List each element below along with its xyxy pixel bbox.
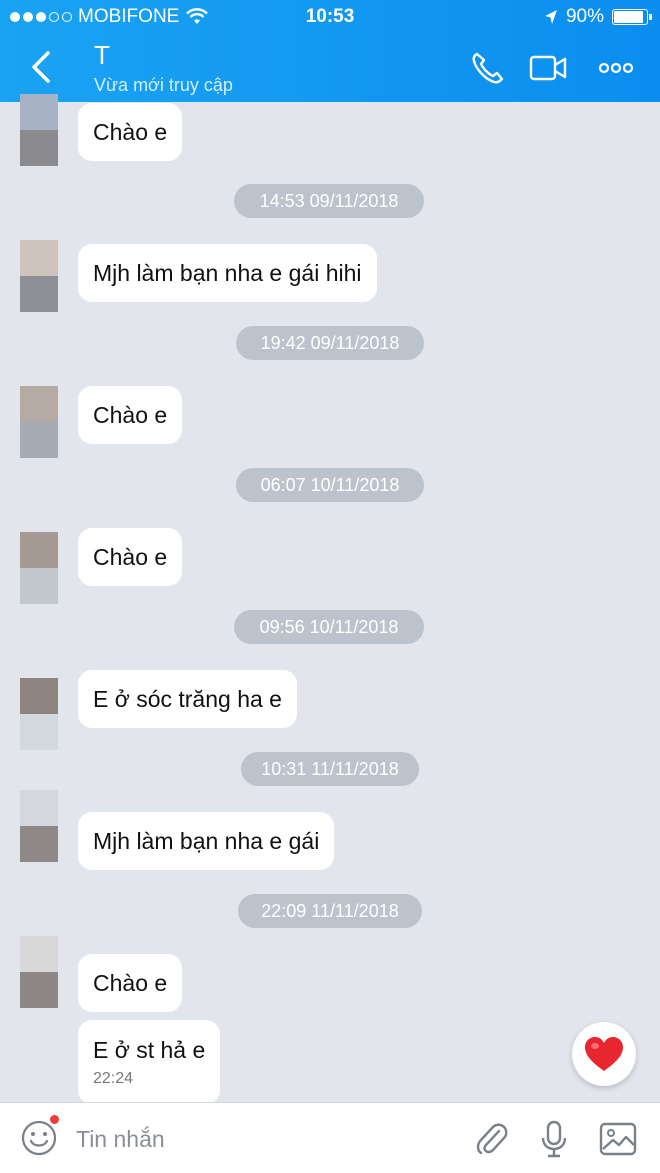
message-bubble[interactable]: Chào e xyxy=(78,528,183,586)
message-bubble[interactable]: Mjh làm bạn nha e gái hihi xyxy=(78,244,377,302)
heart-button[interactable] xyxy=(572,1022,636,1086)
status-bar: MOBIFONE 10:53 90% xyxy=(0,0,660,34)
video-icon[interactable] xyxy=(528,48,568,88)
phone-icon[interactable] xyxy=(468,48,508,88)
timestamp-pill: 09:56 10/11/2018 xyxy=(234,610,424,644)
message-bubble[interactable]: Chào e xyxy=(78,386,183,444)
chat-area[interactable]: Chào e 14:53 09/11/2018 Mjh làm bạn nha … xyxy=(0,94,660,1104)
message-input[interactable] xyxy=(76,1123,456,1155)
battery-percent: 90% xyxy=(565,6,604,27)
contact-status: Vừa mới truy cập xyxy=(94,75,233,95)
message-bubble[interactable]: Chào e xyxy=(78,103,183,161)
message-time: 22:24 xyxy=(93,1069,134,1087)
timestamp-pill: 10:31 11/11/2018 xyxy=(241,752,419,786)
more-icon[interactable] xyxy=(596,48,636,88)
avatar[interactable] xyxy=(20,386,58,458)
contact-name[interactable]: T xyxy=(94,40,110,71)
status-right: 90% xyxy=(544,6,652,28)
avatar[interactable] xyxy=(20,678,58,750)
heart-icon xyxy=(585,1037,623,1071)
timestamp-pill: 14:53 09/11/2018 xyxy=(234,184,424,218)
mic-icon[interactable] xyxy=(534,1119,574,1159)
message-text: E ở st hả e xyxy=(93,1036,206,1063)
timestamp-pill: 19:42 09/11/2018 xyxy=(236,326,424,360)
location-icon xyxy=(544,10,557,24)
avatar[interactable] xyxy=(20,936,58,1008)
battery-fill xyxy=(614,11,643,23)
timestamp-pill: 06:07 10/11/2018 xyxy=(236,468,424,502)
image-icon[interactable] xyxy=(598,1119,638,1159)
avatar[interactable] xyxy=(20,94,58,166)
avatar[interactable] xyxy=(20,532,58,604)
message-bubble[interactable]: E ở sóc trăng ha e xyxy=(78,670,297,728)
attach-icon[interactable] xyxy=(472,1119,512,1159)
timestamp-pill: 22:09 11/11/2018 xyxy=(238,894,422,928)
message-bubble[interactable]: E ở st hả e 22:24 xyxy=(78,1020,221,1104)
back-icon[interactable] xyxy=(26,48,60,86)
avatar[interactable] xyxy=(20,240,58,312)
message-bubble[interactable]: Mjh làm bạn nha e gái xyxy=(78,812,335,870)
battery-icon xyxy=(612,9,652,25)
header: MOBIFONE 10:53 90% T Vừa mới truy cập xyxy=(0,0,660,102)
emoji-icon[interactable] xyxy=(20,1119,58,1157)
notification-dot xyxy=(50,1115,59,1124)
avatar[interactable] xyxy=(20,790,58,862)
message-bubble[interactable]: Chào e xyxy=(78,954,183,1012)
composer-bar xyxy=(0,1102,660,1173)
